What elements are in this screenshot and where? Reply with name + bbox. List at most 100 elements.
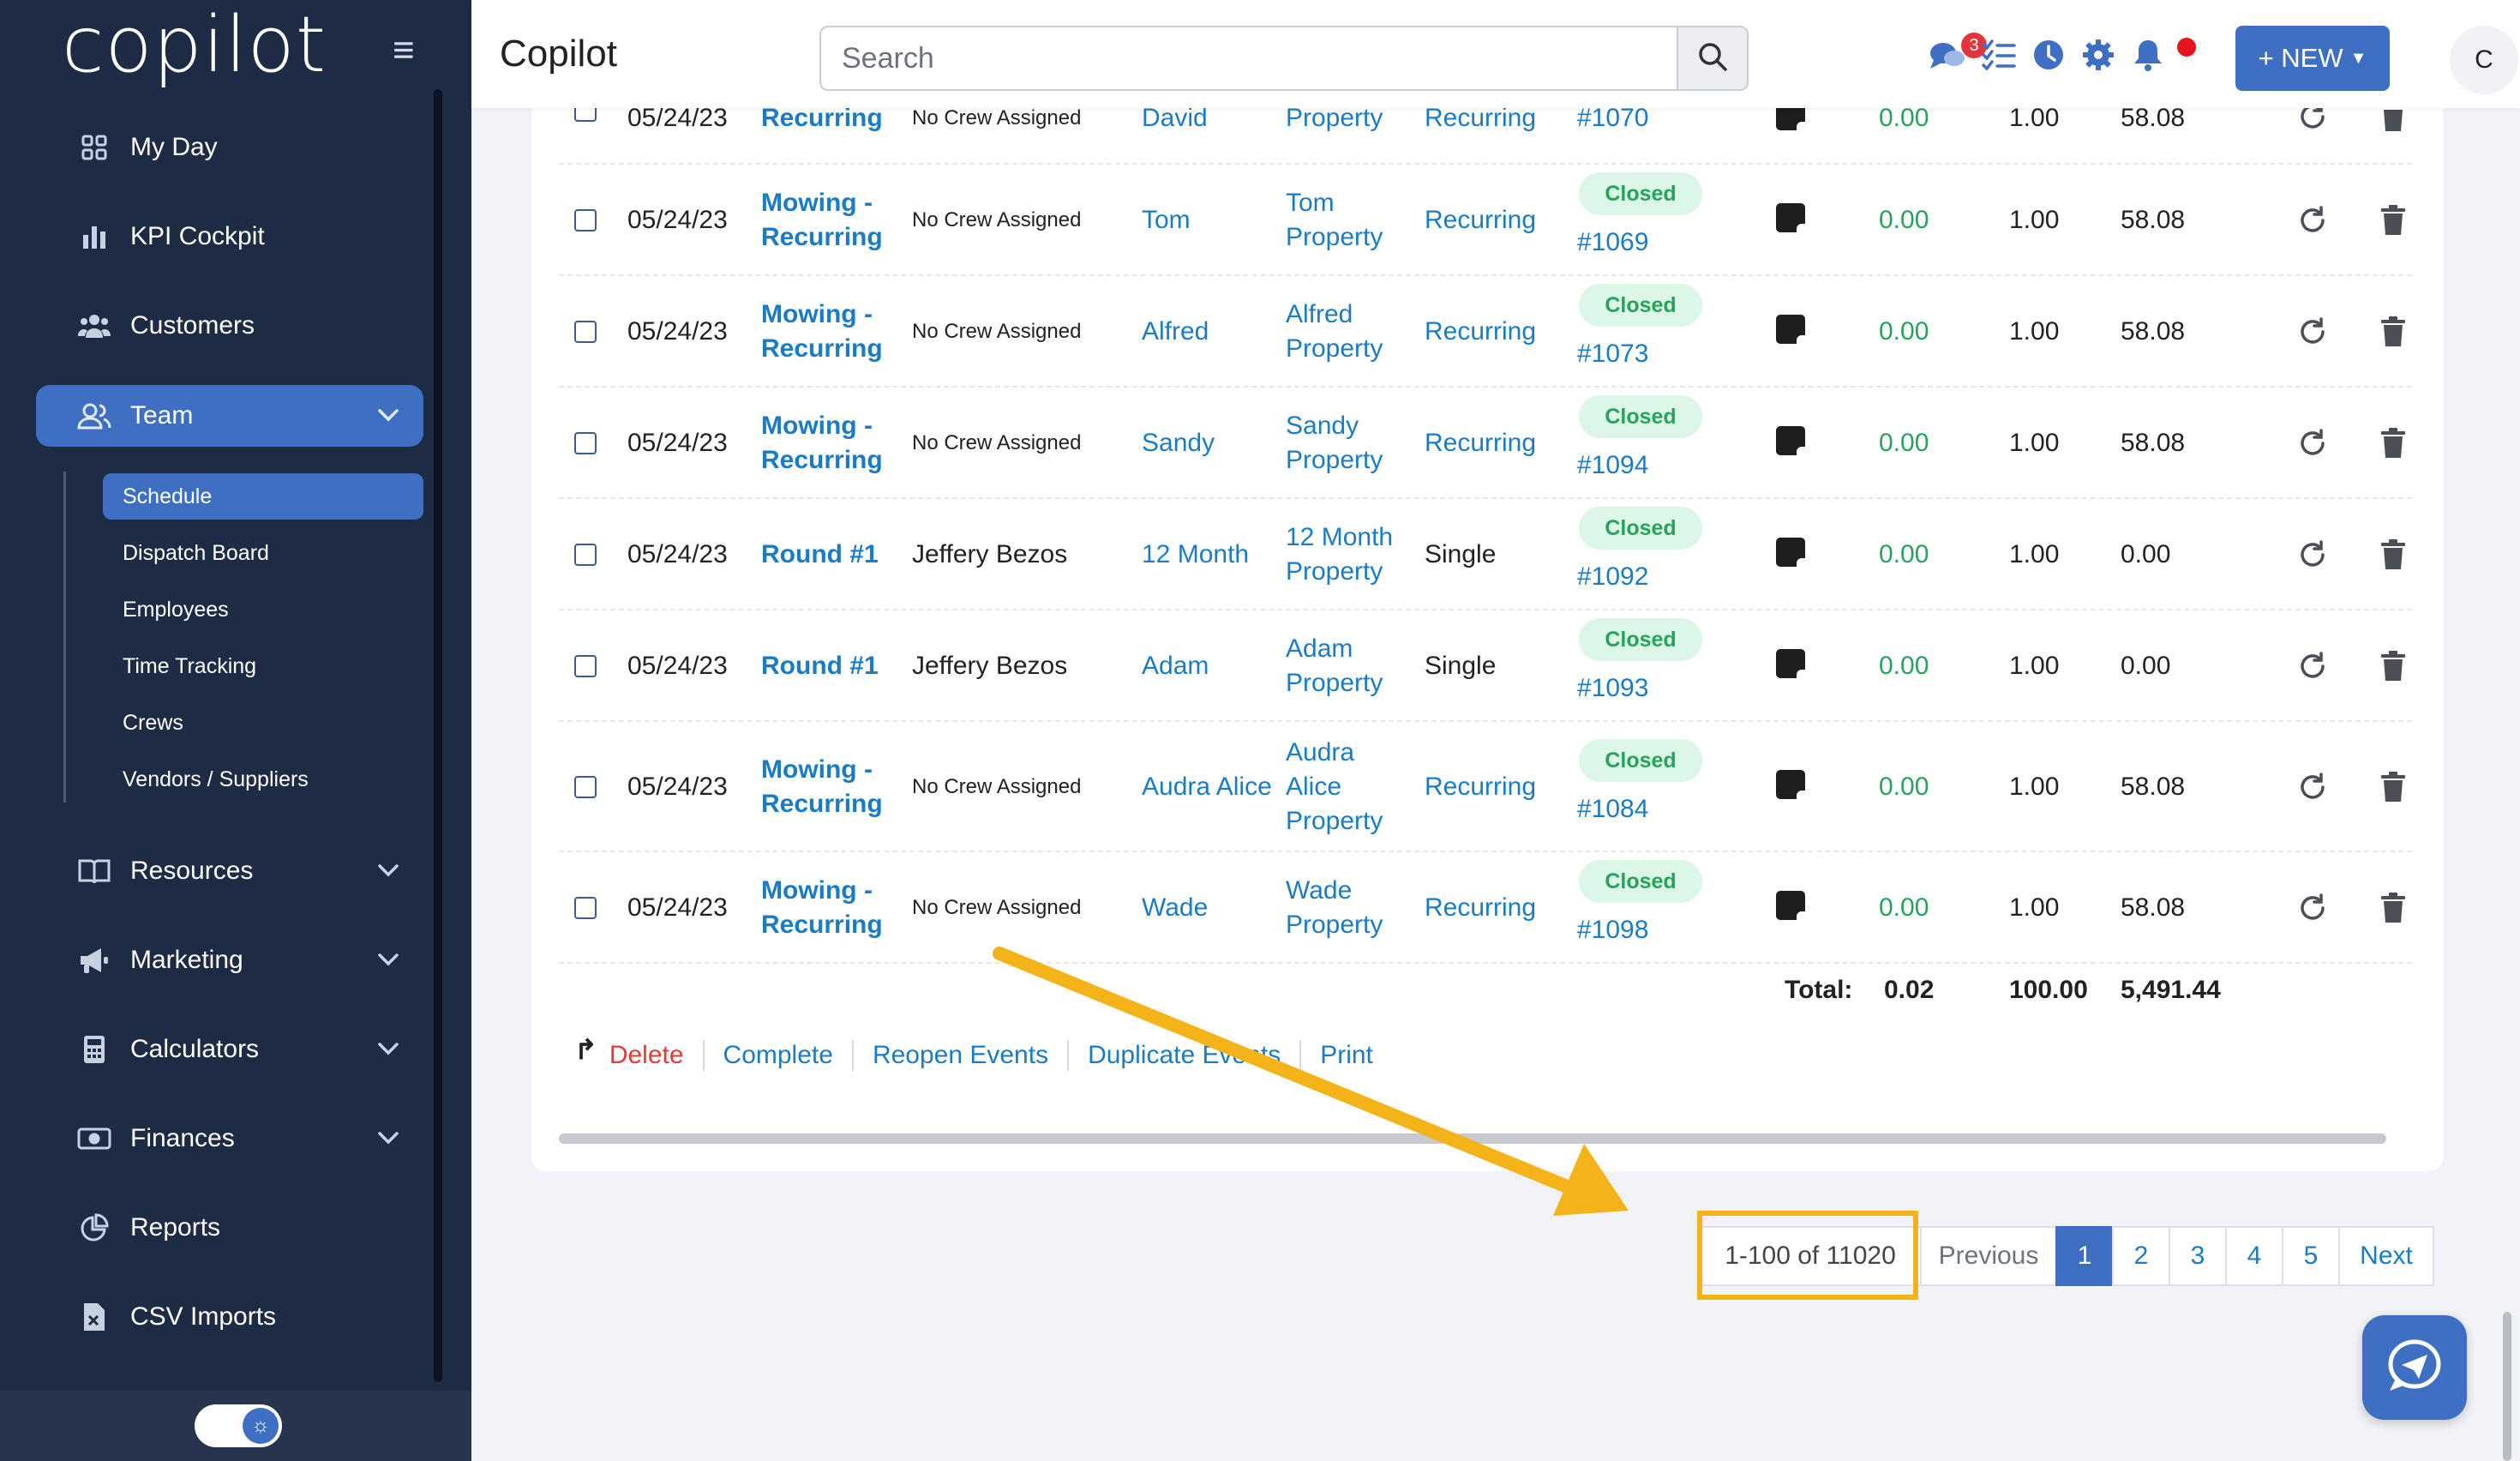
page-scrollbar[interactable] (2503, 1312, 2511, 1461)
trash-icon[interactable] (2374, 201, 2412, 239)
repeat-icon[interactable] (2294, 201, 2331, 239)
customer-link[interactable]: Audra Alice (1142, 722, 1279, 852)
repeat-icon[interactable] (2294, 424, 2331, 462)
service-link[interactable]: Mowing - Recurring (761, 722, 883, 852)
nav-resources[interactable]: Resources (36, 840, 423, 902)
service-link[interactable]: Recurring (761, 108, 883, 135)
nav-team[interactable]: Team (36, 385, 423, 447)
note-icon[interactable] (1776, 426, 1805, 455)
note-icon[interactable] (1776, 538, 1805, 567)
trash-icon[interactable] (2374, 313, 2412, 351)
nav-csv-imports[interactable]: CSV Imports (36, 1286, 423, 1348)
clock-icon[interactable] (2030, 36, 2067, 74)
note-icon[interactable] (1776, 203, 1805, 232)
service-link[interactable]: Mowing - Recurring (761, 276, 883, 388)
sub-item-employees[interactable]: Employees (103, 586, 423, 633)
trash-icon[interactable] (2374, 647, 2412, 685)
avatar[interactable]: C (2450, 26, 2518, 94)
theme-toggle[interactable]: ☼ (195, 1404, 282, 1447)
customer-link[interactable]: 12 Month (1142, 499, 1279, 610)
page-3-button[interactable]: 3 (2169, 1226, 2227, 1286)
page-1-button[interactable]: 1 (2055, 1226, 2114, 1286)
complete-link[interactable]: Complete (723, 1041, 833, 1070)
menu-toggle-icon[interactable]: ≡ (393, 29, 415, 72)
copilot-logo[interactable]: copilot (62, 0, 327, 90)
nav-kpi-cockpit[interactable]: KPI Cockpit (36, 206, 423, 268)
note-icon[interactable] (1776, 770, 1805, 799)
search-input[interactable] (821, 27, 1670, 89)
service-link[interactable]: Mowing - Recurring (761, 852, 883, 964)
nav-reports[interactable]: Reports (36, 1197, 423, 1259)
new-button[interactable]: + NEW ▼ (2235, 26, 2390, 91)
reopen-events-link[interactable]: Reopen Events (873, 1041, 1048, 1070)
trash-icon[interactable] (2374, 108, 2412, 135)
property-link[interactable]: Alfred Property (1286, 276, 1414, 388)
page-4-button[interactable]: 4 (2225, 1226, 2283, 1286)
customer-link[interactable]: Adam (1142, 610, 1279, 722)
chat-bubbles-icon[interactable] (1929, 36, 1966, 74)
invoice-link[interactable]: #1073 (1577, 337, 1648, 371)
nav-customers[interactable]: Customers (36, 295, 423, 357)
repeat-icon[interactable] (2294, 536, 2331, 574)
invoice-link[interactable]: #1093 (1577, 671, 1648, 706)
page-2-button[interactable]: 2 (2112, 1226, 2170, 1286)
row-checkbox[interactable] (574, 321, 597, 343)
delete-link[interactable]: Delete (609, 1041, 684, 1070)
service-link[interactable]: Mowing - Recurring (761, 388, 883, 499)
row-checkbox[interactable] (574, 209, 597, 231)
customer-link[interactable]: Sandy (1142, 388, 1279, 499)
row-checkbox[interactable] (574, 655, 597, 677)
nav-marketing[interactable]: Marketing (36, 929, 423, 991)
service-link[interactable]: Mowing - Recurring (761, 165, 883, 276)
trash-icon[interactable] (2374, 768, 2412, 806)
property-link[interactable]: Tom Property (1286, 165, 1414, 276)
customer-link[interactable]: Tom (1142, 165, 1279, 276)
row-checkbox[interactable] (574, 108, 597, 122)
sub-item-schedule[interactable]: Schedule (103, 473, 423, 520)
property-link[interactable]: 12 Month Property (1286, 499, 1414, 610)
row-checkbox[interactable] (574, 432, 597, 454)
customer-link[interactable]: Wade (1142, 852, 1279, 964)
print-link[interactable]: Print (1320, 1041, 1373, 1070)
row-checkbox[interactable] (574, 776, 597, 798)
service-link[interactable]: Round #1 (761, 499, 881, 610)
property-link[interactable]: Sandy Property (1286, 388, 1414, 499)
search-button[interactable] (1677, 27, 1747, 89)
property-link[interactable]: Audra Alice Property (1286, 722, 1414, 852)
customer-link[interactable]: Alfred (1142, 276, 1279, 388)
repeat-icon[interactable] (2294, 647, 2331, 685)
customer-link[interactable]: David (1142, 108, 1279, 135)
support-chat-button[interactable] (2362, 1315, 2467, 1420)
invoice-link[interactable]: #1092 (1577, 560, 1648, 594)
sub-item-crews[interactable]: Crews (103, 700, 423, 746)
invoice-link[interactable]: #1070 (1577, 108, 1648, 135)
row-checkbox[interactable] (574, 544, 597, 566)
next-page-button[interactable]: Next (2338, 1226, 2434, 1286)
invoice-link[interactable]: #1069 (1577, 225, 1648, 260)
previous-page-button[interactable]: Previous (1920, 1226, 2057, 1286)
invoice-link[interactable]: #1098 (1577, 913, 1648, 947)
note-icon[interactable] (1776, 891, 1805, 920)
note-icon[interactable] (1776, 649, 1805, 678)
invoice-link[interactable]: #1094 (1577, 448, 1648, 483)
nav-finances[interactable]: Finances (36, 1108, 423, 1169)
sub-item-dispatch-board[interactable]: Dispatch Board (103, 530, 423, 576)
trash-icon[interactable] (2374, 889, 2412, 927)
repeat-icon[interactable] (2294, 313, 2331, 351)
repeat-icon[interactable] (2294, 768, 2331, 806)
property-link[interactable]: Property (1286, 108, 1414, 135)
trash-icon[interactable] (2374, 424, 2412, 462)
note-icon[interactable] (1776, 315, 1805, 344)
gear-icon[interactable] (2079, 36, 2117, 74)
repeat-icon[interactable] (2294, 889, 2331, 927)
property-link[interactable]: Wade Property (1286, 852, 1414, 964)
repeat-icon[interactable] (2294, 108, 2331, 135)
page-5-button[interactable]: 5 (2282, 1226, 2340, 1286)
sub-item-time-tracking[interactable]: Time Tracking (103, 643, 423, 689)
sidebar-scrollbar[interactable] (434, 89, 442, 1382)
invoice-link[interactable]: #1084 (1577, 792, 1648, 827)
trash-icon[interactable] (2374, 536, 2412, 574)
duplicate-events-link[interactable]: Duplicate Events (1088, 1041, 1281, 1070)
nav-my-day[interactable]: My Day (36, 117, 423, 178)
service-link[interactable]: Round #1 (761, 610, 881, 722)
